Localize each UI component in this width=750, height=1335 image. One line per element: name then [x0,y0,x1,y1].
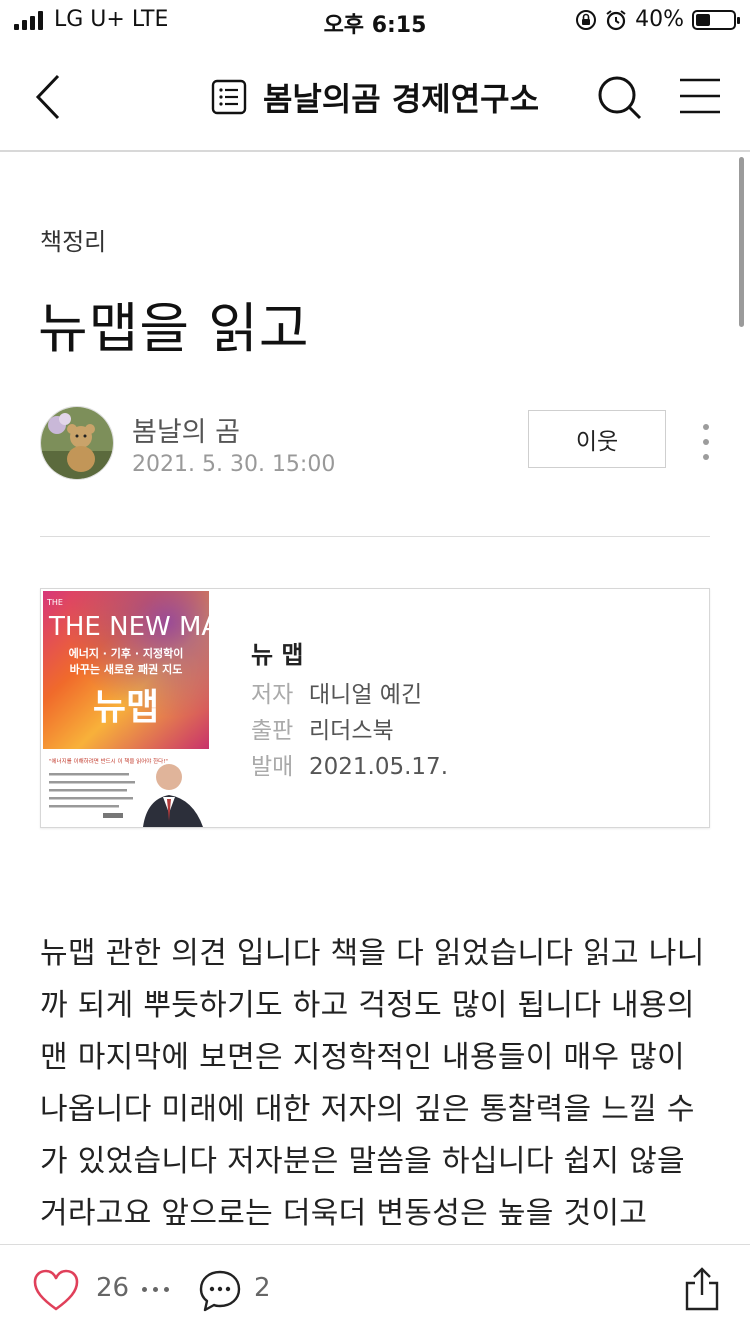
neighbor-add-button[interactable]: 이웃 [528,410,666,468]
post-date: 2021. 5. 30. 15:00 [132,452,336,477]
more-options-icon[interactable] [698,424,714,460]
heart-like-icon[interactable] [32,1269,80,1313]
scrollbar[interactable] [739,157,744,327]
battery-percent: 40% [635,7,684,32]
book-cover-image: THE THE NEW MAP 에너지 · 기후 · 지정학이 바꾸는 새로운 … [43,591,209,827]
rotation-lock-icon [575,9,597,31]
book-publisher: 리더스북 [309,718,394,744]
blog-title[interactable]: 봄날의곰 경제연구소 [263,74,539,120]
battery-icon [692,9,740,30]
alarm-icon [605,9,627,31]
share-icon[interactable] [684,1267,720,1311]
bottom-action-bar: 26 2 [0,1244,750,1335]
book-publisher-label: 출판 [251,718,294,744]
book-meta: 저자 대니얼 예긴 출판 리더스북 발매 2021.05.17. [251,677,448,785]
list-icon[interactable] [211,79,247,115]
like-count[interactable]: 26 [96,1273,129,1303]
cover-subtitle-2: 바꾸는 새로운 패권 지도 [70,662,183,676]
status-bar: LG U+ LTE 오후 6:15 40% [0,0,750,44]
post-body-text: 뉴맵 관한 의견 입니다 책을 다 읽었습니다 읽고 나니까 되게 뿌듯하기도 … [40,936,705,1231]
author-name[interactable]: 봄날의 곰 [132,410,240,449]
likers-more-icon[interactable] [142,1287,169,1292]
comment-count[interactable]: 2 [254,1273,271,1303]
cover-main-title: 뉴맵 [93,687,159,728]
avatar[interactable] [40,406,114,480]
book-author-label: 저자 [251,682,294,708]
svg-text:THE: THE [46,598,63,607]
search-icon[interactable] [596,74,642,120]
book-release-date: 2021.05.17. [309,754,448,780]
menu-icon[interactable] [680,78,720,114]
book-title[interactable]: 뉴 맵 [251,635,304,670]
top-navigation-bar: 봄날의곰 경제연구소 [0,44,750,152]
post-title: 뉴맵을 읽고 [38,297,310,360]
cover-quote: "에너지를 이해하려면 반드시 이 책을 읽어야 한다!" [49,757,168,765]
comment-bubble-icon[interactable] [198,1269,242,1313]
book-info-card[interactable]: THE THE NEW MAP 에너지 · 기후 · 지정학이 바꾸는 새로운 … [40,588,710,828]
divider [40,536,710,537]
book-author: 대니얼 예긴 [309,682,423,708]
book-release-label: 발매 [251,754,294,780]
cover-title-en: THE NEW MAP [48,612,209,642]
post-category[interactable]: 책정리 [40,222,106,257]
cover-subtitle-1: 에너지 · 기후 · 지정학이 [69,646,184,660]
